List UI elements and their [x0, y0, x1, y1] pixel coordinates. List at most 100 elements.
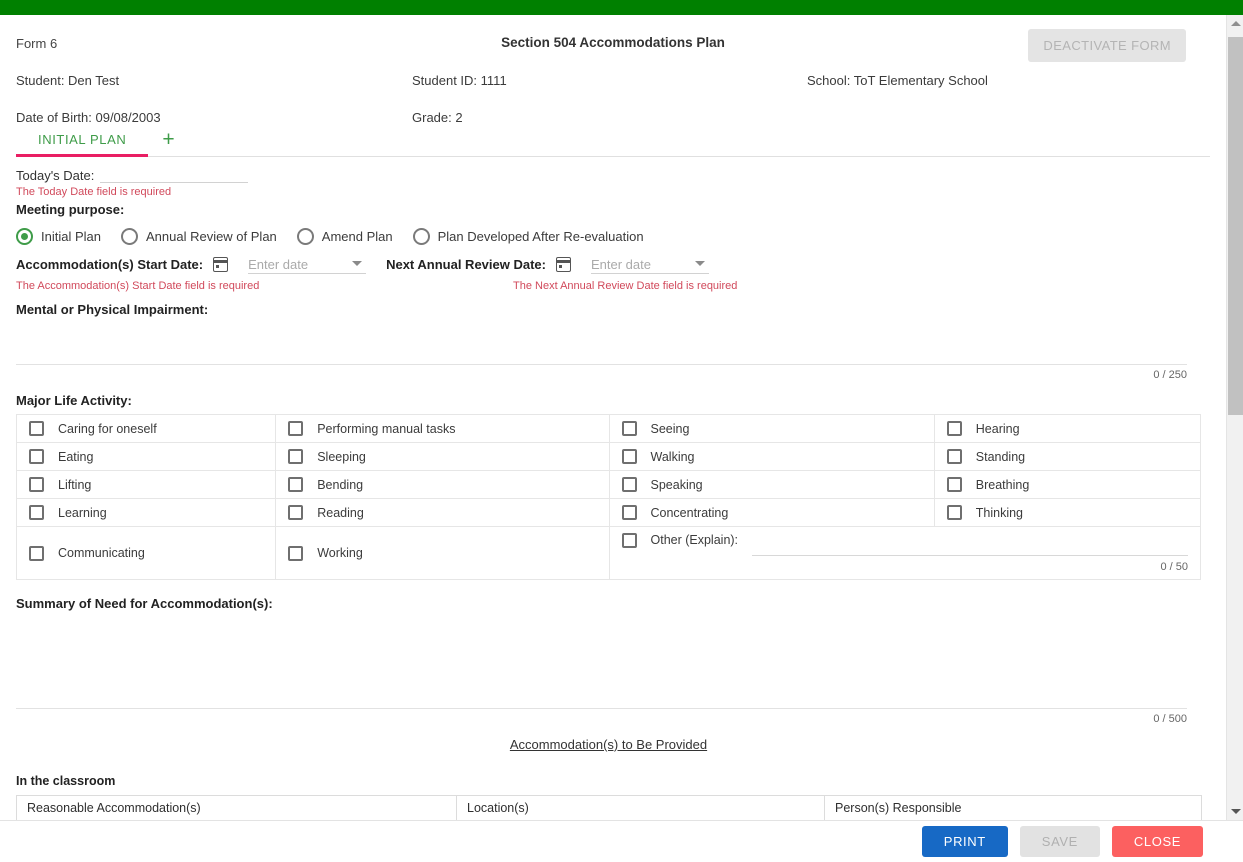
- tab-initial-plan[interactable]: INITIAL PLAN: [16, 132, 149, 157]
- add-tab-icon[interactable]: +: [148, 129, 188, 156]
- checkbox-cell[interactable]: Eating: [15, 442, 277, 471]
- checkbox-cell[interactable]: Hearing: [933, 414, 1202, 443]
- today-date-row: Today's Date:: [16, 166, 1210, 183]
- checkbox-icon[interactable]: [29, 545, 44, 561]
- table-row: Caring for oneself Performing manual tas…: [15, 414, 1202, 443]
- summary-label: Summary of Need for Accommodation(s):: [16, 596, 273, 611]
- checkbox-label: Communicating: [58, 546, 145, 560]
- save-button[interactable]: SAVE: [1019, 826, 1100, 857]
- checkbox-cell[interactable]: Working: [275, 526, 610, 580]
- print-button[interactable]: PRINT: [921, 826, 1008, 857]
- checkbox-icon[interactable]: [288, 505, 304, 520]
- checkbox-icon[interactable]: [946, 505, 962, 520]
- start-date-input[interactable]: Enter date: [248, 255, 367, 274]
- checkbox-icon[interactable]: [946, 421, 962, 436]
- radio-unselected-icon: [296, 228, 314, 245]
- accommodations-section-title: Accommodation(s) to Be Provided: [509, 737, 708, 752]
- table-row: Lifting Bending Speaking Breathing: [15, 470, 1202, 499]
- checkbox-cell[interactable]: Speaking: [608, 470, 935, 499]
- checkbox-cell[interactable]: Bending: [275, 470, 610, 499]
- form-scroll-viewport[interactable]: Form 6 Section 504 Accommodations Plan D…: [0, 15, 1226, 820]
- today-date-label: Today's Date:: [16, 168, 95, 183]
- close-button[interactable]: CLOSE: [1111, 826, 1203, 857]
- checkbox-cell[interactable]: Caring for oneself: [15, 414, 277, 443]
- checkbox-label: Concentrating: [650, 505, 729, 520]
- chevron-down-icon[interactable]: [694, 261, 705, 266]
- checkbox-cell[interactable]: Sleeping: [275, 442, 610, 471]
- accommodations-subsection-label: In the classroom: [16, 774, 116, 788]
- checkbox-icon[interactable]: [288, 545, 304, 561]
- calendar-icon[interactable]: [213, 257, 229, 272]
- start-date-placeholder: Enter date: [248, 256, 309, 272]
- checkbox-label: Hearing: [975, 421, 1020, 436]
- checkbox-icon[interactable]: [29, 421, 44, 436]
- accommodations-table: Reasonable Accommodation(s) Location(s) …: [16, 795, 1202, 820]
- checkbox-icon[interactable]: [946, 477, 962, 492]
- vertical-scrollbar[interactable]: [1226, 15, 1243, 820]
- other-explain-cell[interactable]: Other (Explain): 0 / 50: [608, 526, 1201, 580]
- checkbox-icon[interactable]: [621, 421, 637, 436]
- checkbox-cell[interactable]: Concentrating: [608, 498, 935, 527]
- review-date-input[interactable]: Enter date: [590, 255, 709, 274]
- scrollbar-thumb[interactable]: [1228, 37, 1243, 415]
- deactivate-form-button[interactable]: DEACTIVATE FORM: [1028, 29, 1186, 62]
- table-row: Communicating Working Other (Explain): 0…: [15, 526, 1201, 580]
- checkbox-label: Eating: [58, 449, 94, 464]
- checkbox-icon[interactable]: [288, 449, 304, 464]
- radio-annual-review[interactable]: Annual Review of Plan: [120, 228, 277, 245]
- impairment-textarea[interactable]: [16, 321, 1187, 365]
- impairment-label: Mental or Physical Impairment:: [16, 302, 209, 317]
- checkbox-label: Performing manual tasks: [317, 421, 456, 436]
- checkbox-cell[interactable]: Standing: [933, 442, 1202, 471]
- start-date-error: The Accommodation(s) Start Date field is…: [16, 280, 260, 292]
- checkbox-icon[interactable]: [621, 477, 637, 492]
- checkbox-cell[interactable]: Walking: [608, 442, 935, 471]
- checkbox-label: Working: [317, 546, 363, 560]
- checkbox-icon[interactable]: [29, 477, 44, 492]
- column-header-location: Location(s): [456, 795, 825, 820]
- today-date-input[interactable]: [100, 166, 249, 183]
- checkbox-label: Speaking: [650, 477, 703, 492]
- checkbox-label: Walking: [650, 449, 695, 464]
- checkbox-icon[interactable]: [29, 449, 44, 464]
- student-info: Student: Den Test Date of Birth: 09/08/2…: [16, 73, 1210, 125]
- checkbox-label: Learning: [58, 505, 107, 520]
- review-date-error: The Next Annual Review Date field is req…: [513, 280, 738, 292]
- chevron-down-icon[interactable]: [352, 261, 363, 266]
- table-row: Eating Sleeping Walking Standing: [15, 442, 1202, 471]
- checkbox-icon[interactable]: [621, 505, 637, 520]
- checkbox-icon[interactable]: [288, 477, 304, 492]
- checkbox-icon[interactable]: [621, 449, 637, 464]
- summary-counter: 0 / 500: [1153, 713, 1187, 725]
- radio-unselected-icon: [412, 228, 430, 245]
- review-date-group: Next Annual Review Date: Enter date: [386, 255, 709, 274]
- checkbox-cell[interactable]: Seeing: [608, 414, 935, 443]
- checkbox-cell[interactable]: Breathing: [933, 470, 1202, 499]
- checkbox-label: Seeing: [650, 421, 690, 436]
- checkbox-label: Sleeping: [317, 449, 366, 464]
- table-row: Learning Reading Concentrating Thinking: [15, 498, 1202, 527]
- calendar-icon[interactable]: [555, 257, 571, 272]
- checkbox-cell[interactable]: Learning: [15, 498, 277, 527]
- plan-tabs: INITIAL PLAN +: [16, 123, 1210, 157]
- radio-initial-plan[interactable]: Initial Plan: [16, 228, 101, 245]
- scroll-up-icon[interactable]: [1227, 15, 1243, 32]
- checkbox-cell[interactable]: Thinking: [933, 498, 1202, 527]
- scroll-down-icon[interactable]: [1227, 803, 1243, 820]
- today-date-error: The Today Date field is required: [16, 186, 172, 198]
- radio-plan-after-reevaluation[interactable]: Plan Developed After Re-evaluation: [412, 228, 644, 245]
- radio-unselected-icon: [120, 228, 138, 245]
- radio-amend-plan[interactable]: Amend Plan: [296, 228, 393, 245]
- other-explain-input[interactable]: [752, 537, 1188, 556]
- checkbox-icon[interactable]: [288, 421, 304, 436]
- checkbox-icon[interactable]: [946, 449, 962, 464]
- checkbox-cell[interactable]: Communicating: [15, 526, 277, 580]
- checkbox-icon[interactable]: [29, 505, 44, 520]
- checkbox-cell[interactable]: Performing manual tasks: [275, 414, 610, 443]
- table-header-row: Reasonable Accommodation(s) Location(s) …: [16, 795, 1202, 820]
- checkbox-cell[interactable]: Reading: [275, 498, 610, 527]
- app-top-bar: [0, 0, 1243, 15]
- summary-textarea[interactable]: [16, 615, 1187, 709]
- checkbox-icon[interactable]: [621, 533, 637, 548]
- checkbox-cell[interactable]: Lifting: [15, 470, 277, 499]
